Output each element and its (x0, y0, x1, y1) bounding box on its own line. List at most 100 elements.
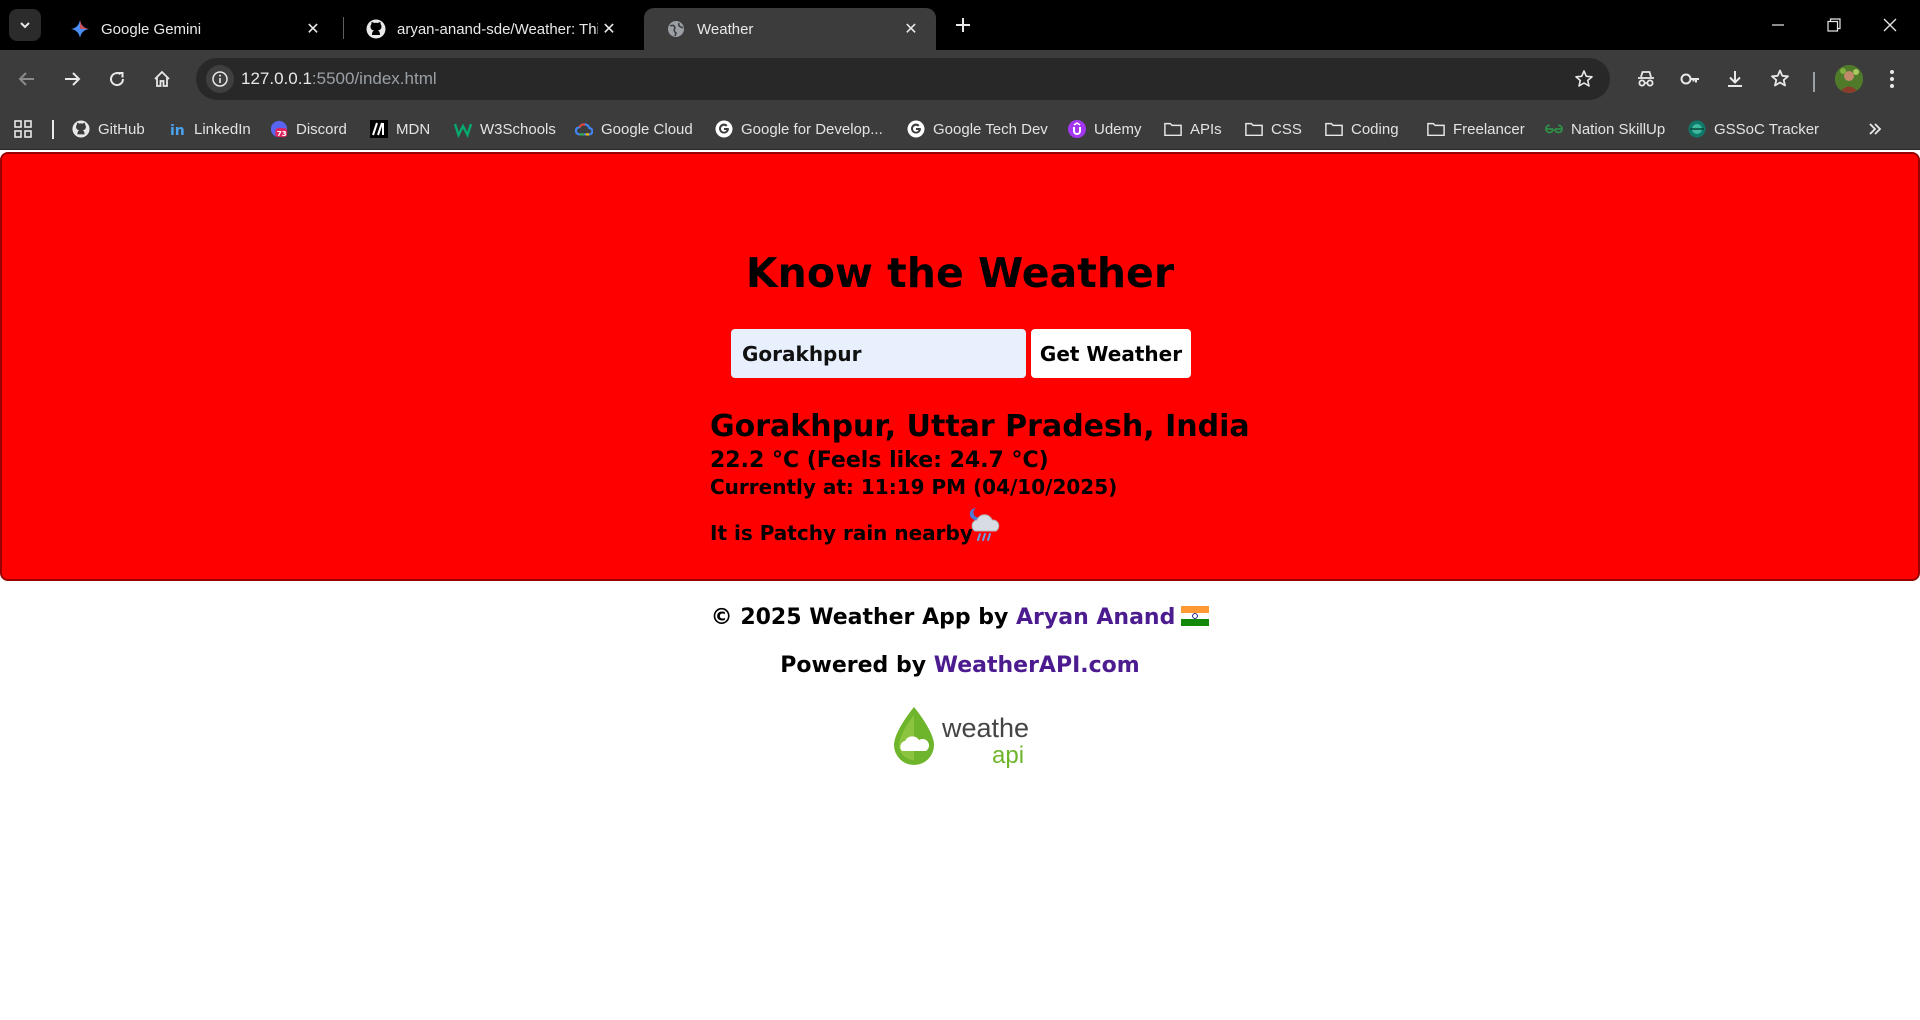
profile-avatar[interactable] (1835, 65, 1863, 93)
bookmark-label: GitHub (98, 120, 145, 138)
downloads-button[interactable] (1718, 62, 1752, 96)
gssoc-icon (1688, 120, 1706, 138)
bookmark-github[interactable]: GitHub (72, 108, 145, 150)
bookmark-google-cloud[interactable]: Google Cloud (575, 108, 693, 150)
star-list-icon (1771, 69, 1789, 87)
close-tab-icon[interactable]: ✕ (900, 18, 922, 40)
get-weather-button[interactable]: Get Weather (1031, 329, 1191, 378)
home-button[interactable] (145, 62, 179, 96)
bookmarks-menu-button[interactable] (1763, 62, 1797, 96)
minimize-icon (1772, 24, 1784, 26)
bookmark-w3schools[interactable]: W3Schools (454, 108, 556, 150)
back-button[interactable] (10, 62, 44, 96)
key-icon (1680, 73, 1699, 85)
forward-button[interactable] (55, 62, 89, 96)
condition-row: It is Patchy rain nearby (710, 505, 1250, 547)
plus-icon (956, 18, 970, 32)
w3schools-icon (454, 120, 472, 138)
page-title: Know the Weather (745, 249, 1175, 297)
bookmark-label: Google Tech Dev (933, 120, 1048, 138)
bookmark-folder-css[interactable]: CSS (1245, 108, 1302, 150)
folder-icon (1245, 120, 1263, 138)
apps-grid-icon (14, 120, 32, 138)
credit-text: © 2025 Weather App by (710, 605, 1009, 630)
reload-button[interactable] (100, 62, 134, 96)
bookmark-label: Coding (1351, 120, 1399, 138)
address-bar[interactable]: 127.0.0.1:5500/index.html (196, 58, 1610, 100)
minimize-button[interactable] (1750, 0, 1806, 50)
author-link[interactable]: Aryan Anand (1016, 605, 1175, 630)
bookmark-discord[interactable]: 73 Discord (270, 108, 347, 150)
condition-text: It is Patchy rain nearby (710, 521, 973, 545)
tab-search-button[interactable] (9, 9, 41, 41)
bookmark-label: Udemy (1094, 120, 1142, 138)
incognito-button[interactable] (1629, 62, 1663, 96)
restore-button[interactable] (1806, 0, 1862, 50)
new-tab-button[interactable] (948, 10, 978, 40)
bookmark-label: Freelancer (1453, 120, 1525, 138)
bookmark-label: W3Schools (480, 120, 556, 138)
discord-badge: 73 (277, 129, 287, 138)
bookmark-nation-skillup[interactable]: Nation SkillUp (1545, 108, 1665, 150)
kebab-menu-icon (1890, 70, 1894, 88)
bookmark-folder-freelancer[interactable]: Freelancer (1427, 108, 1525, 150)
bookmark-star-icon[interactable] (1572, 67, 1596, 91)
tab-google-gemini[interactable]: Google Gemini ✕ (48, 8, 338, 50)
linkedin-icon: in (168, 120, 186, 138)
bookmark-gssoc-tracker[interactable]: GSSoC Tracker (1688, 108, 1819, 150)
close-icon (1883, 18, 1897, 32)
close-tab-icon[interactable]: ✕ (302, 18, 324, 40)
bookmark-google-for-developers[interactable]: Google for Develop... (715, 108, 883, 150)
gemini-icon (70, 19, 90, 39)
apps-button[interactable] (14, 108, 32, 150)
tab-title: aryan-anand-sde/Weather: This (397, 20, 598, 38)
url-host: 127.0.0.1 (241, 69, 312, 88)
city-search-input[interactable] (731, 329, 1026, 378)
browser-toolbar: 127.0.0.1:5500/index.html (0, 50, 1920, 108)
tab-github-weather[interactable]: aryan-anand-sde/Weather: This ✕ (344, 8, 634, 50)
tab-weather[interactable]: Weather ✕ (644, 8, 936, 50)
bookmark-mdn[interactable]: MDN (370, 108, 430, 150)
github-icon (72, 120, 90, 138)
bookmark-google-tech-dev[interactable]: Google Tech Dev (907, 108, 1048, 150)
folder-icon (1427, 120, 1445, 138)
footer-credit: © 2025 Weather App by Aryan Anand (0, 605, 1920, 630)
weatherapi-link[interactable]: WeatherAPI.com (934, 653, 1140, 678)
arrow-left-icon (18, 72, 34, 86)
tab-strip: Google Gemini ✕ aryan-anand-sde/Weather:… (0, 0, 1920, 50)
url-text[interactable]: 127.0.0.1:5500/index.html (241, 69, 437, 89)
weatherapi-logo[interactable]: weather api (890, 705, 1030, 771)
udemy-icon (1068, 120, 1086, 138)
google-icon (907, 120, 925, 138)
close-window-button[interactable] (1862, 0, 1918, 50)
current-time-text: Currently at: 11:19 PM (04/10/2025) (710, 475, 1118, 499)
close-tab-icon[interactable]: ✕ (598, 18, 620, 40)
bookmark-udemy[interactable]: Udemy (1068, 108, 1142, 150)
discord-icon: 73 (270, 120, 288, 138)
footer-powered: Powered by WeatherAPI.com (0, 653, 1920, 678)
bookmark-label: GSSoC Tracker (1714, 120, 1820, 138)
incognito-icon (1638, 71, 1654, 87)
chevron-double-right-icon (1869, 123, 1882, 135)
more-bookmarks-button[interactable] (1865, 108, 1885, 150)
reload-icon (110, 72, 125, 87)
github-icon (366, 19, 386, 39)
location-heading: Gorakhpur, Uttar Pradesh, India (710, 409, 1250, 444)
bookmark-folder-coding[interactable]: Coding (1325, 108, 1399, 150)
mdn-icon (370, 120, 388, 138)
patchy-rain-night-icon (969, 507, 1000, 541)
temperature-text: 22.2 °C (Feels like: 24.7 °C) (710, 448, 1049, 473)
bookmark-label: Google Cloud (601, 120, 693, 138)
india-flag-icon (1181, 606, 1210, 626)
browser-menu-button[interactable] (1875, 62, 1909, 96)
site-info-icon[interactable] (206, 65, 234, 93)
google-icon (715, 120, 733, 138)
chevron-down-icon (20, 22, 30, 29)
passwords-button[interactable] (1673, 62, 1707, 96)
bookmark-label: MDN (396, 120, 431, 138)
tab-title: Google Gemini (101, 20, 202, 38)
bookmark-linkedin[interactable]: in LinkedIn (168, 108, 251, 150)
folder-icon (1164, 120, 1182, 138)
bookmarks-divider (52, 120, 54, 139)
bookmark-folder-apis[interactable]: APIs (1164, 108, 1222, 150)
